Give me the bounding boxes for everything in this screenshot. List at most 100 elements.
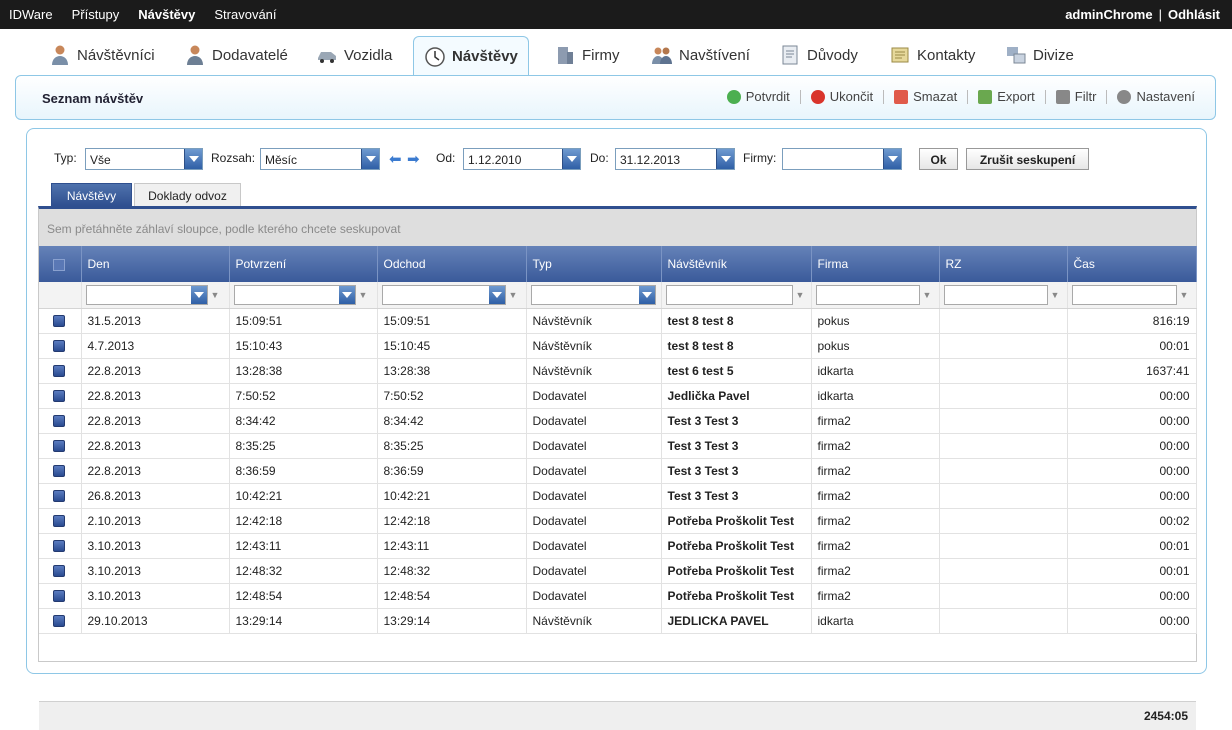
row-checkbox[interactable] [53,540,65,553]
range-prev-icon[interactable]: ⬅ [389,150,402,168]
end-button[interactable]: Ukončit [810,89,873,104]
cell-rz [939,533,1068,559]
table-row[interactable]: 22.8.2013 8:35:25 8:35:25 Dodavatel Test 3 T… [39,433,1197,459]
to-date-picker[interactable]: 31.12.2013 [615,148,735,170]
table-row[interactable]: 22.8.2013 7:50:52 7:50:52 Dodavatel Jedlička… [39,383,1197,409]
range-next-icon[interactable]: ➡ [407,150,420,168]
row-checkbox[interactable] [53,515,65,528]
tab-navstevnici[interactable]: Návštěvníci [49,36,155,74]
table-row[interactable]: 22.8.2013 8:36:59 8:36:59 Dodavatel Test 3 T… [39,458,1197,484]
potvrzeni-filter-input[interactable] [233,284,356,305]
chevron-down-icon[interactable] [488,285,505,304]
den-filter-input[interactable] [85,284,208,305]
row-checkbox[interactable] [53,315,65,328]
table-row[interactable]: 2.10.2013 12:42:18 12:42:18 Dodavatel Potřeb… [39,508,1197,534]
confirm-button[interactable]: Potvrdit [726,89,790,104]
tab-vozidla[interactable]: Vozidla [316,36,392,74]
funnel-icon[interactable]: ▼ [359,290,368,300]
subtab-doklady-odvoz[interactable]: Doklady odvoz [134,183,241,207]
funnel-icon[interactable]: ▼ [1180,290,1189,300]
row-checkbox[interactable] [53,365,65,378]
chevron-down-icon[interactable] [638,285,655,304]
table-row[interactable]: 31.5.2013 15:09:51 15:09:51 Návštěvník test … [39,308,1197,334]
top-menu-stravovani[interactable]: Stravování [214,7,276,22]
subtab-navstevy[interactable]: Návštěvy [51,183,132,207]
funnel-icon[interactable]: ▼ [923,290,932,300]
column-header-cas[interactable]: Čas [1067,246,1197,282]
content-panel: Typ: Vše Rozsah: Měsíc ⬅ ➡ Od: 1.12.2010… [26,128,1207,730]
funnel-icon[interactable]: ▼ [211,290,220,300]
tab-navstevy[interactable]: Návštěvy [413,36,529,76]
table-row[interactable]: 3.10.2013 12:43:11 12:43:11 Dodavatel Potřeb… [39,533,1197,559]
column-header-odchod[interactable]: Odchod [377,246,527,282]
cell-cas: 00:00 [1067,583,1197,609]
table-row[interactable]: 22.8.2013 13:28:38 13:28:38 Návštěvník test … [39,358,1197,384]
column-header-potvrzeni[interactable]: Potvrzení [229,246,378,282]
table-row[interactable]: 29.10.2013 13:29:14 13:29:14 Návštěvník JEDL… [39,608,1197,634]
top-menu-pristupy[interactable]: Přístupy [72,7,120,22]
chevron-down-icon[interactable] [883,149,901,169]
ok-button[interactable]: Ok [919,148,958,170]
chevron-down-icon[interactable] [338,285,355,304]
table-row[interactable]: 26.8.2013 10:42:21 10:42:21 Dodavatel Test 3… [39,483,1197,509]
rz-filter-input[interactable] [943,284,1048,305]
row-checkbox[interactable] [53,415,65,428]
chevron-down-icon[interactable] [190,285,207,304]
column-header-firma[interactable]: Firma [811,246,940,282]
odchod-filter-input[interactable] [381,284,506,305]
row-checkbox[interactable] [53,590,65,603]
tab-dodavatele[interactable]: Dodavatelé [184,36,288,74]
row-checkbox[interactable] [53,390,65,403]
range-select[interactable]: Měsíc [260,148,380,170]
column-header-rz[interactable]: RZ [939,246,1068,282]
row-checkbox[interactable] [53,340,65,353]
typ-filter-select[interactable] [530,284,656,305]
tab-firmy[interactable]: Firmy [554,36,620,74]
tab-duvody[interactable]: Důvody [779,36,858,74]
table-row[interactable]: 22.8.2013 8:34:42 8:34:42 Dodavatel Test 3 T… [39,408,1197,434]
filter-button[interactable]: Filtr [1055,89,1096,104]
column-header-den[interactable]: Den [81,246,230,282]
export-button[interactable]: Export [978,89,1035,104]
settings-button[interactable]: Nastavení [1117,89,1195,104]
column-header-typ[interactable]: Typ [526,246,662,282]
logout-link[interactable]: Odhlásit [1168,7,1220,22]
calendar-dropdown-icon[interactable] [562,149,580,169]
tab-divize[interactable]: Divize [1005,36,1074,74]
select-all-header[interactable] [39,246,82,282]
navstevnik-filter-input[interactable] [665,284,793,305]
chevron-down-icon[interactable] [184,149,202,169]
ungroup-button[interactable]: Zrušit seskupení [966,148,1089,170]
companies-select[interactable] [782,148,902,170]
table-row[interactable]: 3.10.2013 12:48:54 12:48:54 Dodavatel Potřeb… [39,583,1197,609]
funnel-icon[interactable]: ▼ [796,290,805,300]
row-select-cell [39,583,82,609]
calendar-dropdown-icon[interactable] [716,149,734,169]
tab-navstiveni[interactable]: Navštívení [651,36,750,74]
funnel-icon[interactable]: ▼ [1051,290,1060,300]
cell-den: 22.8.2013 [81,458,230,484]
chevron-down-icon[interactable] [361,149,379,169]
group-drop-area[interactable]: Sem přetáhněte záhlaví sloupce, podle kt… [39,209,1196,246]
delete-button[interactable]: Smazat [894,89,957,104]
column-header-navstevnik[interactable]: Návštěvník [661,246,812,282]
cell-rz [939,308,1068,334]
row-checkbox[interactable] [53,440,65,453]
row-checkbox[interactable] [53,490,65,503]
firma-filter-input[interactable] [815,284,920,305]
row-checkbox[interactable] [53,465,65,478]
row-checkbox[interactable] [53,565,65,578]
table-row[interactable]: 3.10.2013 12:48:32 12:48:32 Dodavatel Potřeb… [39,558,1197,584]
row-select-cell [39,533,82,559]
top-menu-navstevy[interactable]: Návštěvy [138,7,195,22]
cas-filter-input[interactable] [1071,284,1177,305]
select-all-checkbox[interactable] [53,258,65,271]
row-checkbox[interactable] [53,615,65,628]
top-menu-idware[interactable]: IDWare [9,7,53,22]
funnel-icon[interactable]: ▼ [509,290,518,300]
type-select[interactable]: Vše [85,148,203,170]
from-date-picker[interactable]: 1.12.2010 [463,148,581,170]
tab-kontakty[interactable]: Kontakty [889,36,975,74]
table-row[interactable]: 4.7.2013 15:10:43 15:10:45 Návštěvník test 8… [39,333,1197,359]
cell-den: 2.10.2013 [81,508,230,534]
